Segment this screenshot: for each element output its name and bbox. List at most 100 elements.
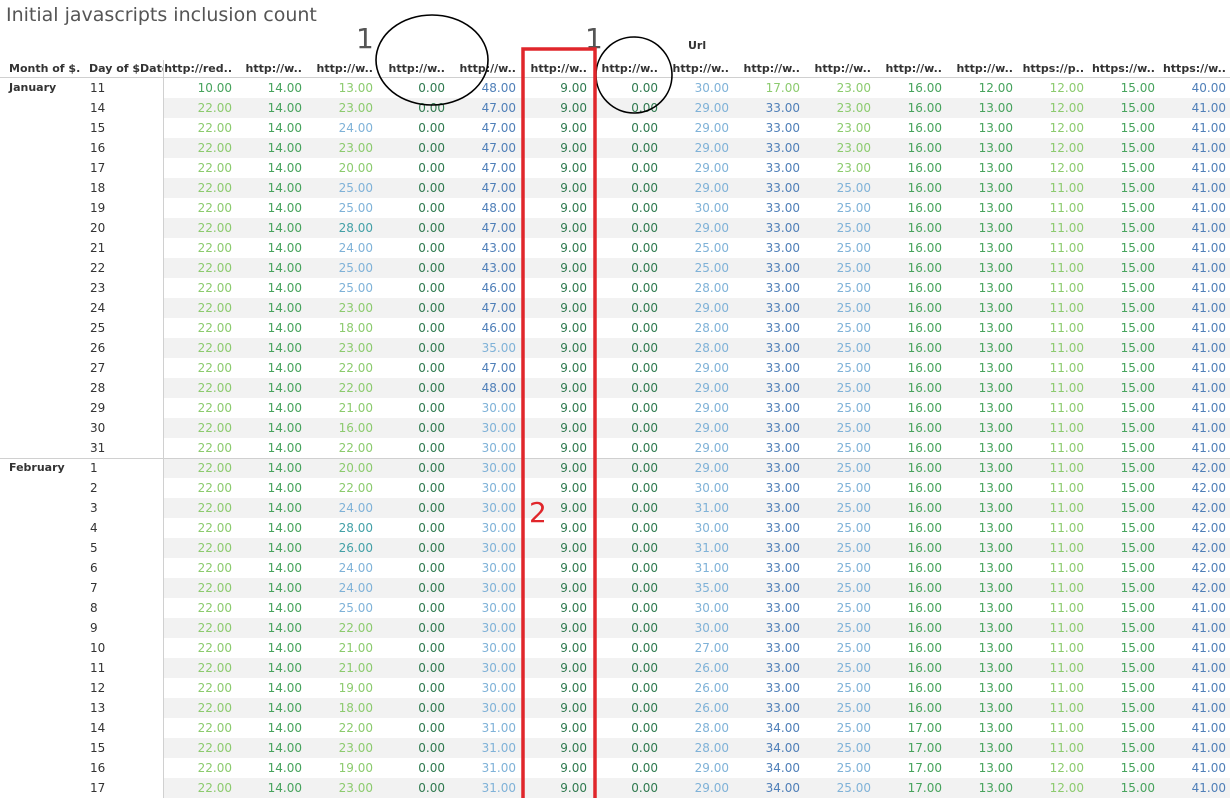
value-cell[interactable]: 12.00 bbox=[1016, 778, 1084, 798]
value-cell[interactable]: 15.00 bbox=[1087, 778, 1155, 798]
value-cell[interactable]: 13.00 bbox=[945, 458, 1013, 478]
url-column-header[interactable]: https://p.. bbox=[1016, 60, 1084, 77]
value-cell[interactable]: 33.00 bbox=[732, 418, 800, 438]
value-cell[interactable]: 14.00 bbox=[234, 618, 302, 638]
value-cell[interactable]: 12.00 bbox=[1016, 758, 1084, 778]
value-cell[interactable]: 9.00 bbox=[519, 738, 587, 758]
value-cell[interactable]: 21.00 bbox=[305, 638, 373, 658]
value-cell[interactable]: 30.00 bbox=[448, 418, 516, 438]
value-cell[interactable]: 22.00 bbox=[164, 118, 232, 138]
value-cell[interactable]: 0.00 bbox=[377, 578, 445, 598]
value-cell[interactable]: 15.00 bbox=[1087, 658, 1155, 678]
value-cell[interactable]: 14.00 bbox=[234, 398, 302, 418]
value-cell[interactable]: 25.00 bbox=[803, 558, 871, 578]
value-cell[interactable]: 0.00 bbox=[377, 778, 445, 798]
value-cell[interactable]: 14.00 bbox=[234, 198, 302, 218]
value-cell[interactable]: 22.00 bbox=[164, 138, 232, 158]
value-cell[interactable]: 28.00 bbox=[661, 278, 729, 298]
value-cell[interactable]: 25.00 bbox=[803, 398, 871, 418]
value-cell[interactable]: 12.00 bbox=[1016, 118, 1084, 138]
value-cell[interactable]: 0.00 bbox=[590, 98, 658, 118]
value-cell[interactable]: 16.00 bbox=[874, 78, 942, 98]
day-cell[interactable]: 24 bbox=[90, 298, 105, 318]
url-column-header[interactable]: http://w.. bbox=[377, 60, 445, 77]
day-cell[interactable]: 7 bbox=[90, 578, 98, 598]
value-cell[interactable]: 33.00 bbox=[732, 298, 800, 318]
value-cell[interactable]: 16.00 bbox=[874, 658, 942, 678]
value-cell[interactable]: 9.00 bbox=[519, 138, 587, 158]
value-cell[interactable]: 31.00 bbox=[448, 738, 516, 758]
value-cell[interactable]: 22.00 bbox=[164, 738, 232, 758]
value-cell[interactable]: 31.00 bbox=[661, 558, 729, 578]
value-cell[interactable]: 15.00 bbox=[1087, 578, 1155, 598]
value-cell[interactable]: 25.00 bbox=[803, 598, 871, 618]
value-cell[interactable]: 0.00 bbox=[590, 158, 658, 178]
value-cell[interactable]: 12.00 bbox=[945, 78, 1013, 98]
value-cell[interactable]: 11.00 bbox=[1016, 278, 1084, 298]
value-cell[interactable]: 11.00 bbox=[1016, 518, 1084, 538]
value-cell[interactable]: 11.00 bbox=[1016, 338, 1084, 358]
value-cell[interactable]: 13.00 bbox=[945, 298, 1013, 318]
value-cell[interactable]: 15.00 bbox=[1087, 718, 1155, 738]
value-cell[interactable]: 15.00 bbox=[1087, 198, 1155, 218]
value-cell[interactable]: 9.00 bbox=[519, 398, 587, 418]
value-cell[interactable]: 9.00 bbox=[519, 678, 587, 698]
value-cell[interactable]: 10.00 bbox=[164, 78, 232, 98]
day-cell[interactable]: 14 bbox=[90, 98, 105, 118]
day-cell[interactable]: 10 bbox=[90, 638, 105, 658]
value-cell[interactable]: 33.00 bbox=[732, 598, 800, 618]
value-cell[interactable]: 23.00 bbox=[803, 78, 871, 98]
value-cell[interactable]: 15.00 bbox=[1087, 538, 1155, 558]
value-cell[interactable]: 13.00 bbox=[945, 558, 1013, 578]
value-cell[interactable]: 16.00 bbox=[874, 578, 942, 598]
value-cell[interactable]: 9.00 bbox=[519, 78, 587, 98]
value-cell[interactable]: 30.00 bbox=[448, 578, 516, 598]
value-cell[interactable]: 30.00 bbox=[448, 558, 516, 578]
value-cell[interactable]: 9.00 bbox=[519, 338, 587, 358]
value-cell[interactable]: 47.00 bbox=[448, 358, 516, 378]
value-cell[interactable]: 42.00 bbox=[1158, 458, 1226, 478]
value-cell[interactable]: 22.00 bbox=[164, 298, 232, 318]
value-cell[interactable]: 11.00 bbox=[1016, 598, 1084, 618]
value-cell[interactable]: 13.00 bbox=[945, 518, 1013, 538]
value-cell[interactable]: 41.00 bbox=[1158, 178, 1226, 198]
value-cell[interactable]: 25.00 bbox=[305, 598, 373, 618]
value-cell[interactable]: 15.00 bbox=[1087, 138, 1155, 158]
value-cell[interactable]: 41.00 bbox=[1158, 678, 1226, 698]
value-cell[interactable]: 16.00 bbox=[874, 98, 942, 118]
value-cell[interactable]: 21.00 bbox=[305, 658, 373, 678]
value-cell[interactable]: 42.00 bbox=[1158, 478, 1226, 498]
value-cell[interactable]: 22.00 bbox=[164, 778, 232, 798]
value-cell[interactable]: 12.00 bbox=[1016, 98, 1084, 118]
value-cell[interactable]: 16.00 bbox=[874, 118, 942, 138]
value-cell[interactable]: 41.00 bbox=[1158, 398, 1226, 418]
value-cell[interactable]: 14.00 bbox=[234, 658, 302, 678]
month-label[interactable]: February bbox=[9, 458, 65, 478]
value-cell[interactable]: 9.00 bbox=[519, 518, 587, 538]
value-cell[interactable]: 0.00 bbox=[590, 278, 658, 298]
value-cell[interactable]: 23.00 bbox=[803, 138, 871, 158]
day-cell[interactable]: 17 bbox=[90, 778, 105, 798]
value-cell[interactable]: 33.00 bbox=[732, 638, 800, 658]
value-cell[interactable]: 16.00 bbox=[874, 698, 942, 718]
value-cell[interactable]: 0.00 bbox=[590, 378, 658, 398]
month-column-header[interactable]: Month of $.. bbox=[9, 60, 81, 77]
day-cell[interactable]: 18 bbox=[90, 178, 105, 198]
value-cell[interactable]: 48.00 bbox=[448, 378, 516, 398]
day-cell[interactable]: 14 bbox=[90, 718, 105, 738]
value-cell[interactable]: 16.00 bbox=[874, 598, 942, 618]
value-cell[interactable]: 22.00 bbox=[164, 538, 232, 558]
value-cell[interactable]: 33.00 bbox=[732, 98, 800, 118]
value-cell[interactable]: 17.00 bbox=[732, 78, 800, 98]
value-cell[interactable]: 13.00 bbox=[945, 718, 1013, 738]
value-cell[interactable]: 14.00 bbox=[234, 638, 302, 658]
value-cell[interactable]: 0.00 bbox=[377, 258, 445, 278]
value-cell[interactable]: 42.00 bbox=[1158, 498, 1226, 518]
value-cell[interactable]: 22.00 bbox=[164, 398, 232, 418]
value-cell[interactable]: 41.00 bbox=[1158, 258, 1226, 278]
value-cell[interactable]: 15.00 bbox=[1087, 598, 1155, 618]
value-cell[interactable]: 0.00 bbox=[590, 638, 658, 658]
value-cell[interactable]: 29.00 bbox=[661, 358, 729, 378]
value-cell[interactable]: 0.00 bbox=[377, 338, 445, 358]
value-cell[interactable]: 13.00 bbox=[945, 318, 1013, 338]
